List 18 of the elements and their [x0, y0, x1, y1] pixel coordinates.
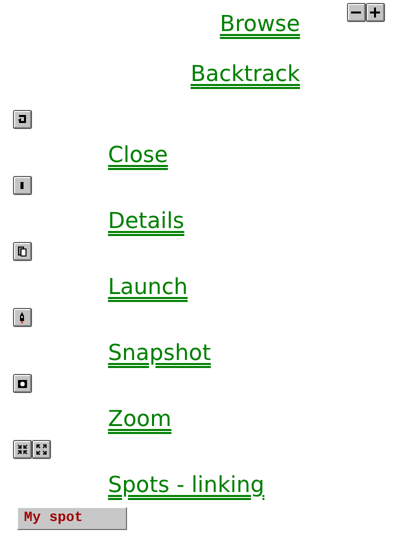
rocket-icon[interactable]	[13, 308, 32, 327]
link[interactable]: Backtrack	[190, 62, 300, 88]
camera-icon[interactable]	[13, 374, 32, 393]
pages-icon[interactable]	[13, 242, 32, 261]
link[interactable]: Spots - linking	[108, 473, 264, 499]
spot-button[interactable]: My spot	[17, 507, 127, 530]
link[interactable]: Snapshot	[108, 341, 211, 367]
return-arrow-icon[interactable]	[13, 110, 32, 129]
link[interactable]: Zoom	[108, 407, 172, 433]
stop-icon[interactable]	[13, 176, 32, 195]
link[interactable]: Details	[108, 209, 184, 235]
collapse-icon[interactable]	[13, 440, 32, 459]
link[interactable]: Launch	[108, 275, 188, 301]
link[interactable]: Browse	[220, 12, 300, 38]
minus-icon[interactable]	[347, 3, 366, 22]
link[interactable]: Close	[108, 143, 168, 169]
expand-icon[interactable]	[32, 440, 51, 459]
plus-icon[interactable]	[366, 3, 385, 22]
